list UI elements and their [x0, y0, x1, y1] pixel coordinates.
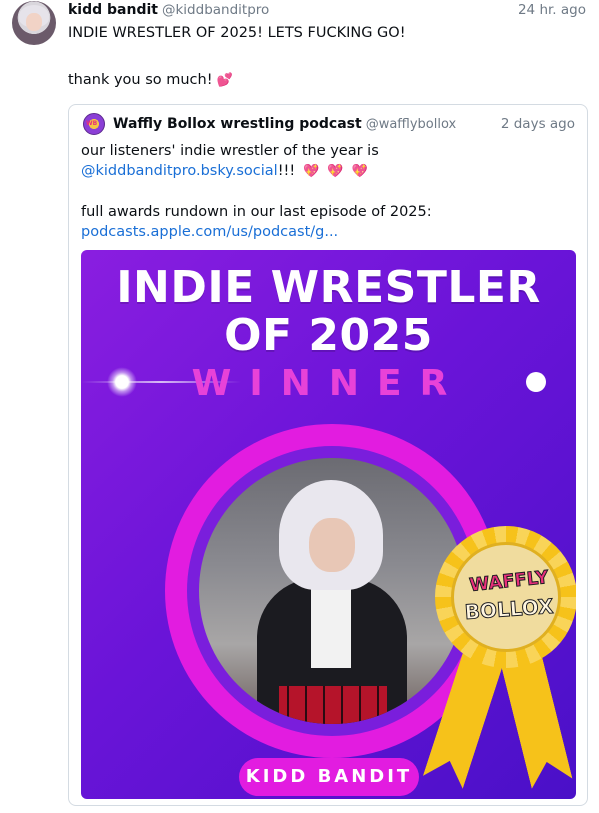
- quote-header: Waffly Bollox wrestling podcast @wafflybo…: [113, 116, 456, 132]
- award-image[interactable]: INDIE WRESTLER OF 2025 WINNER WAFFLY BOL…: [81, 250, 576, 799]
- author-avatar[interactable]: [12, 1, 56, 45]
- quote-text-line2: @kiddbanditpro.bsky.social!!! 💖 💖 💖: [81, 163, 368, 179]
- award-rosette: WAFFLY BOLLOX: [431, 526, 576, 799]
- medal-icon: WAFFLY BOLLOX: [435, 526, 576, 668]
- podcast-link[interactable]: podcasts.apple.com/us/podcast/g...: [81, 224, 338, 240]
- quote-avatar-logo: WB: [86, 120, 98, 127]
- sparkling-heart-emoji: 💖: [303, 164, 320, 179]
- medal-logo-bottom: BOLLOX: [463, 593, 555, 625]
- card-title-line1: INDIE WRESTLER: [116, 262, 541, 313]
- quote-author-name[interactable]: Waffly Bollox wrestling podcast: [113, 116, 362, 132]
- quote-author-avatar[interactable]: WB: [83, 113, 105, 135]
- post-text-thanks: thank you so much!: [68, 72, 213, 88]
- card-title-line2: OF 2025: [224, 310, 433, 361]
- mention-link[interactable]: @kiddbanditpro.bsky.social: [81, 163, 278, 179]
- medal-center: WAFFLY BOLLOX: [451, 542, 561, 652]
- wrestler-photo: [199, 458, 465, 724]
- author-handle[interactable]: @kiddbanditpro: [162, 2, 269, 18]
- quote-author-handle[interactable]: @wafflybollox: [366, 117, 457, 132]
- author-name[interactable]: kidd bandit: [68, 2, 158, 18]
- sparkling-heart-emoji: 💖: [327, 164, 344, 179]
- card-winner-label: WINNER: [191, 363, 466, 404]
- sparkling-heart-emoji: 💖: [351, 164, 368, 179]
- photo-shirt: [311, 578, 351, 668]
- quote-text-line1: our listeners' indie wrestler of the yea…: [81, 143, 379, 159]
- photo-face: [309, 518, 355, 572]
- post-header: kidd bandit @kiddbanditpro 24 hr. ago: [68, 2, 588, 22]
- quote-text-line3: full awards rundown in our last episode …: [81, 204, 432, 220]
- photo-skirt: [279, 686, 387, 724]
- post-text-line2: thank you so much! 💕: [68, 72, 233, 88]
- post-timestamp[interactable]: 24 hr. ago: [518, 2, 586, 18]
- avatar-face: [26, 13, 42, 31]
- post-text-line1: INDIE WRESTLER OF 2025! LETS FUCKING GO!: [68, 25, 406, 41]
- winner-name-badge: KIDD BANDIT: [239, 758, 419, 796]
- two-hearts-emoji: 💕: [216, 73, 233, 88]
- post: kidd bandit @kiddbanditpro 24 hr. ago IND…: [0, 0, 599, 813]
- mention-suffix: !!!: [277, 163, 296, 179]
- medal-logo-top: WAFFLY: [468, 566, 550, 597]
- quoted-post[interactable]: WB Waffly Bollox wrestling podcast @waffl…: [68, 104, 588, 806]
- white-dot-icon: [526, 372, 546, 392]
- quote-timestamp[interactable]: 2 days ago: [501, 116, 575, 132]
